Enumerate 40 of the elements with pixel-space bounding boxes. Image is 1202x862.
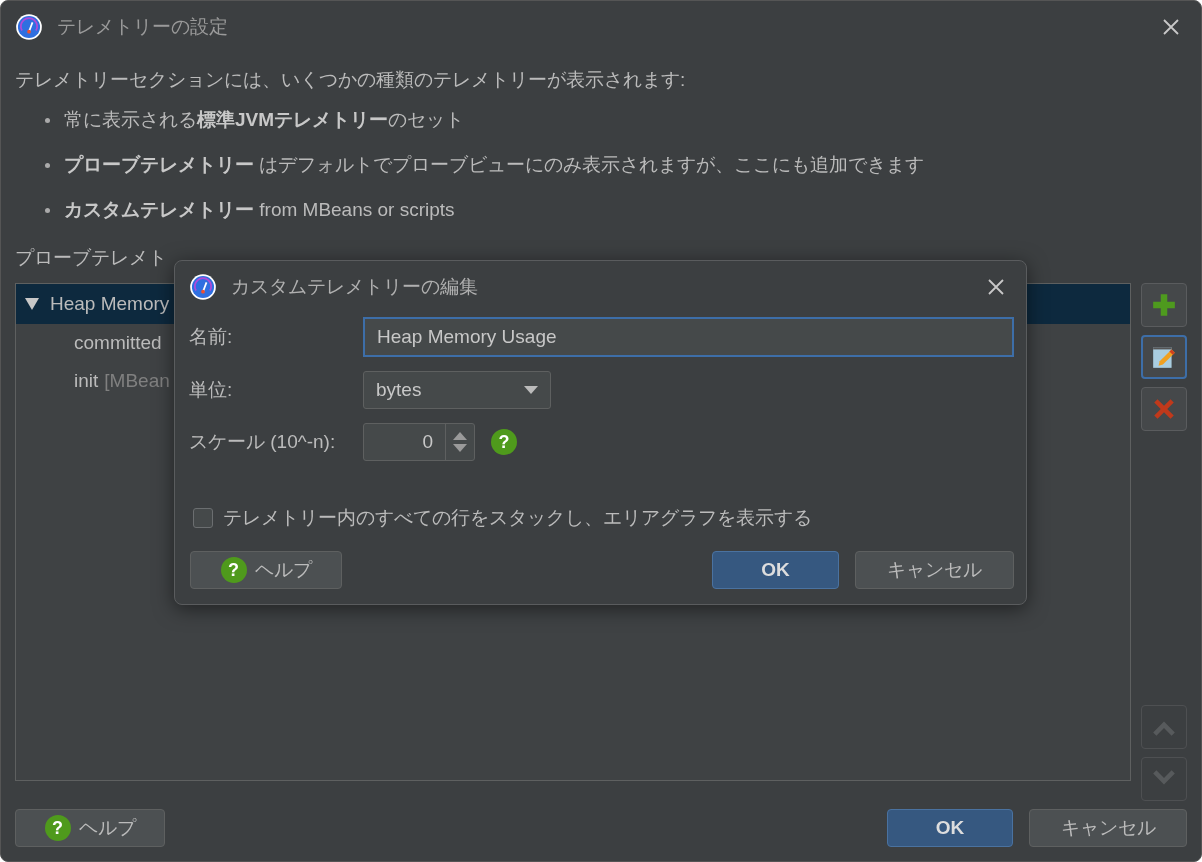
bullet-text: プローブテレメトリー はデフォルトでプローブビューにのみ表示されますが、ここにも追加できます	[64, 153, 925, 177]
tree-item[interactable]: init	[74, 370, 99, 392]
unit-dropdown[interactable]: bytes	[363, 371, 551, 409]
intro-text: テレメトリーセクションには、いくつかの種類のテレメトリーが表示されます:	[15, 68, 687, 92]
checkbox-label[interactable]: テレメトリー内のすべての行をスタックし、エリアグラフを表示する	[223, 505, 812, 531]
bullet-text: 常に表示される標準JVMテレメトリーのセット	[64, 108, 465, 132]
bullet-dot	[45, 207, 50, 213]
cancel-button[interactable]: キャンセル	[855, 551, 1014, 589]
scale-spinner[interactable]: 0	[363, 423, 475, 461]
gauge-icon	[189, 273, 217, 301]
checkbox[interactable]	[193, 508, 213, 528]
cancel-button[interactable]: キャンセル	[1029, 809, 1187, 847]
dialog-title: カスタムテレメトリーの編集	[231, 275, 479, 299]
ok-button[interactable]: OK	[887, 809, 1013, 847]
cross-icon	[1151, 396, 1177, 422]
ok-button[interactable]: OK	[712, 551, 839, 589]
bullet-text: カスタムテレメトリー from MBeans or scripts	[64, 198, 455, 222]
list-label: プローブテレメト	[15, 246, 168, 270]
name-field[interactable]: Heap Memory Usage	[363, 317, 1014, 357]
expand-triangle-icon[interactable]	[24, 297, 40, 311]
caret-icon	[524, 386, 538, 394]
field-label: 名前:	[189, 325, 234, 349]
close-icon[interactable]	[1161, 17, 1181, 37]
remove-button[interactable]	[1141, 387, 1187, 431]
field-label: スケール (10^-n):	[189, 430, 337, 454]
tree-item[interactable]: committed	[74, 332, 162, 354]
window-title: テレメトリーの設定	[57, 15, 229, 39]
tree-item-source: [MBean	[104, 370, 170, 392]
gauge-icon	[15, 13, 43, 41]
help-icon[interactable]: ?	[491, 429, 517, 455]
edit-button[interactable]	[1141, 335, 1187, 379]
bullet-dot	[45, 162, 50, 168]
field-label: 単位:	[189, 378, 234, 402]
close-icon[interactable]	[986, 277, 1006, 297]
plus-icon	[1151, 292, 1177, 318]
add-button[interactable]	[1141, 283, 1187, 327]
help-button[interactable]: ? ヘルプ	[190, 551, 342, 589]
bullet-dot	[45, 117, 50, 123]
notepad-pencil-icon	[1151, 344, 1177, 370]
help-button[interactable]: ? ヘルプ	[15, 809, 165, 847]
